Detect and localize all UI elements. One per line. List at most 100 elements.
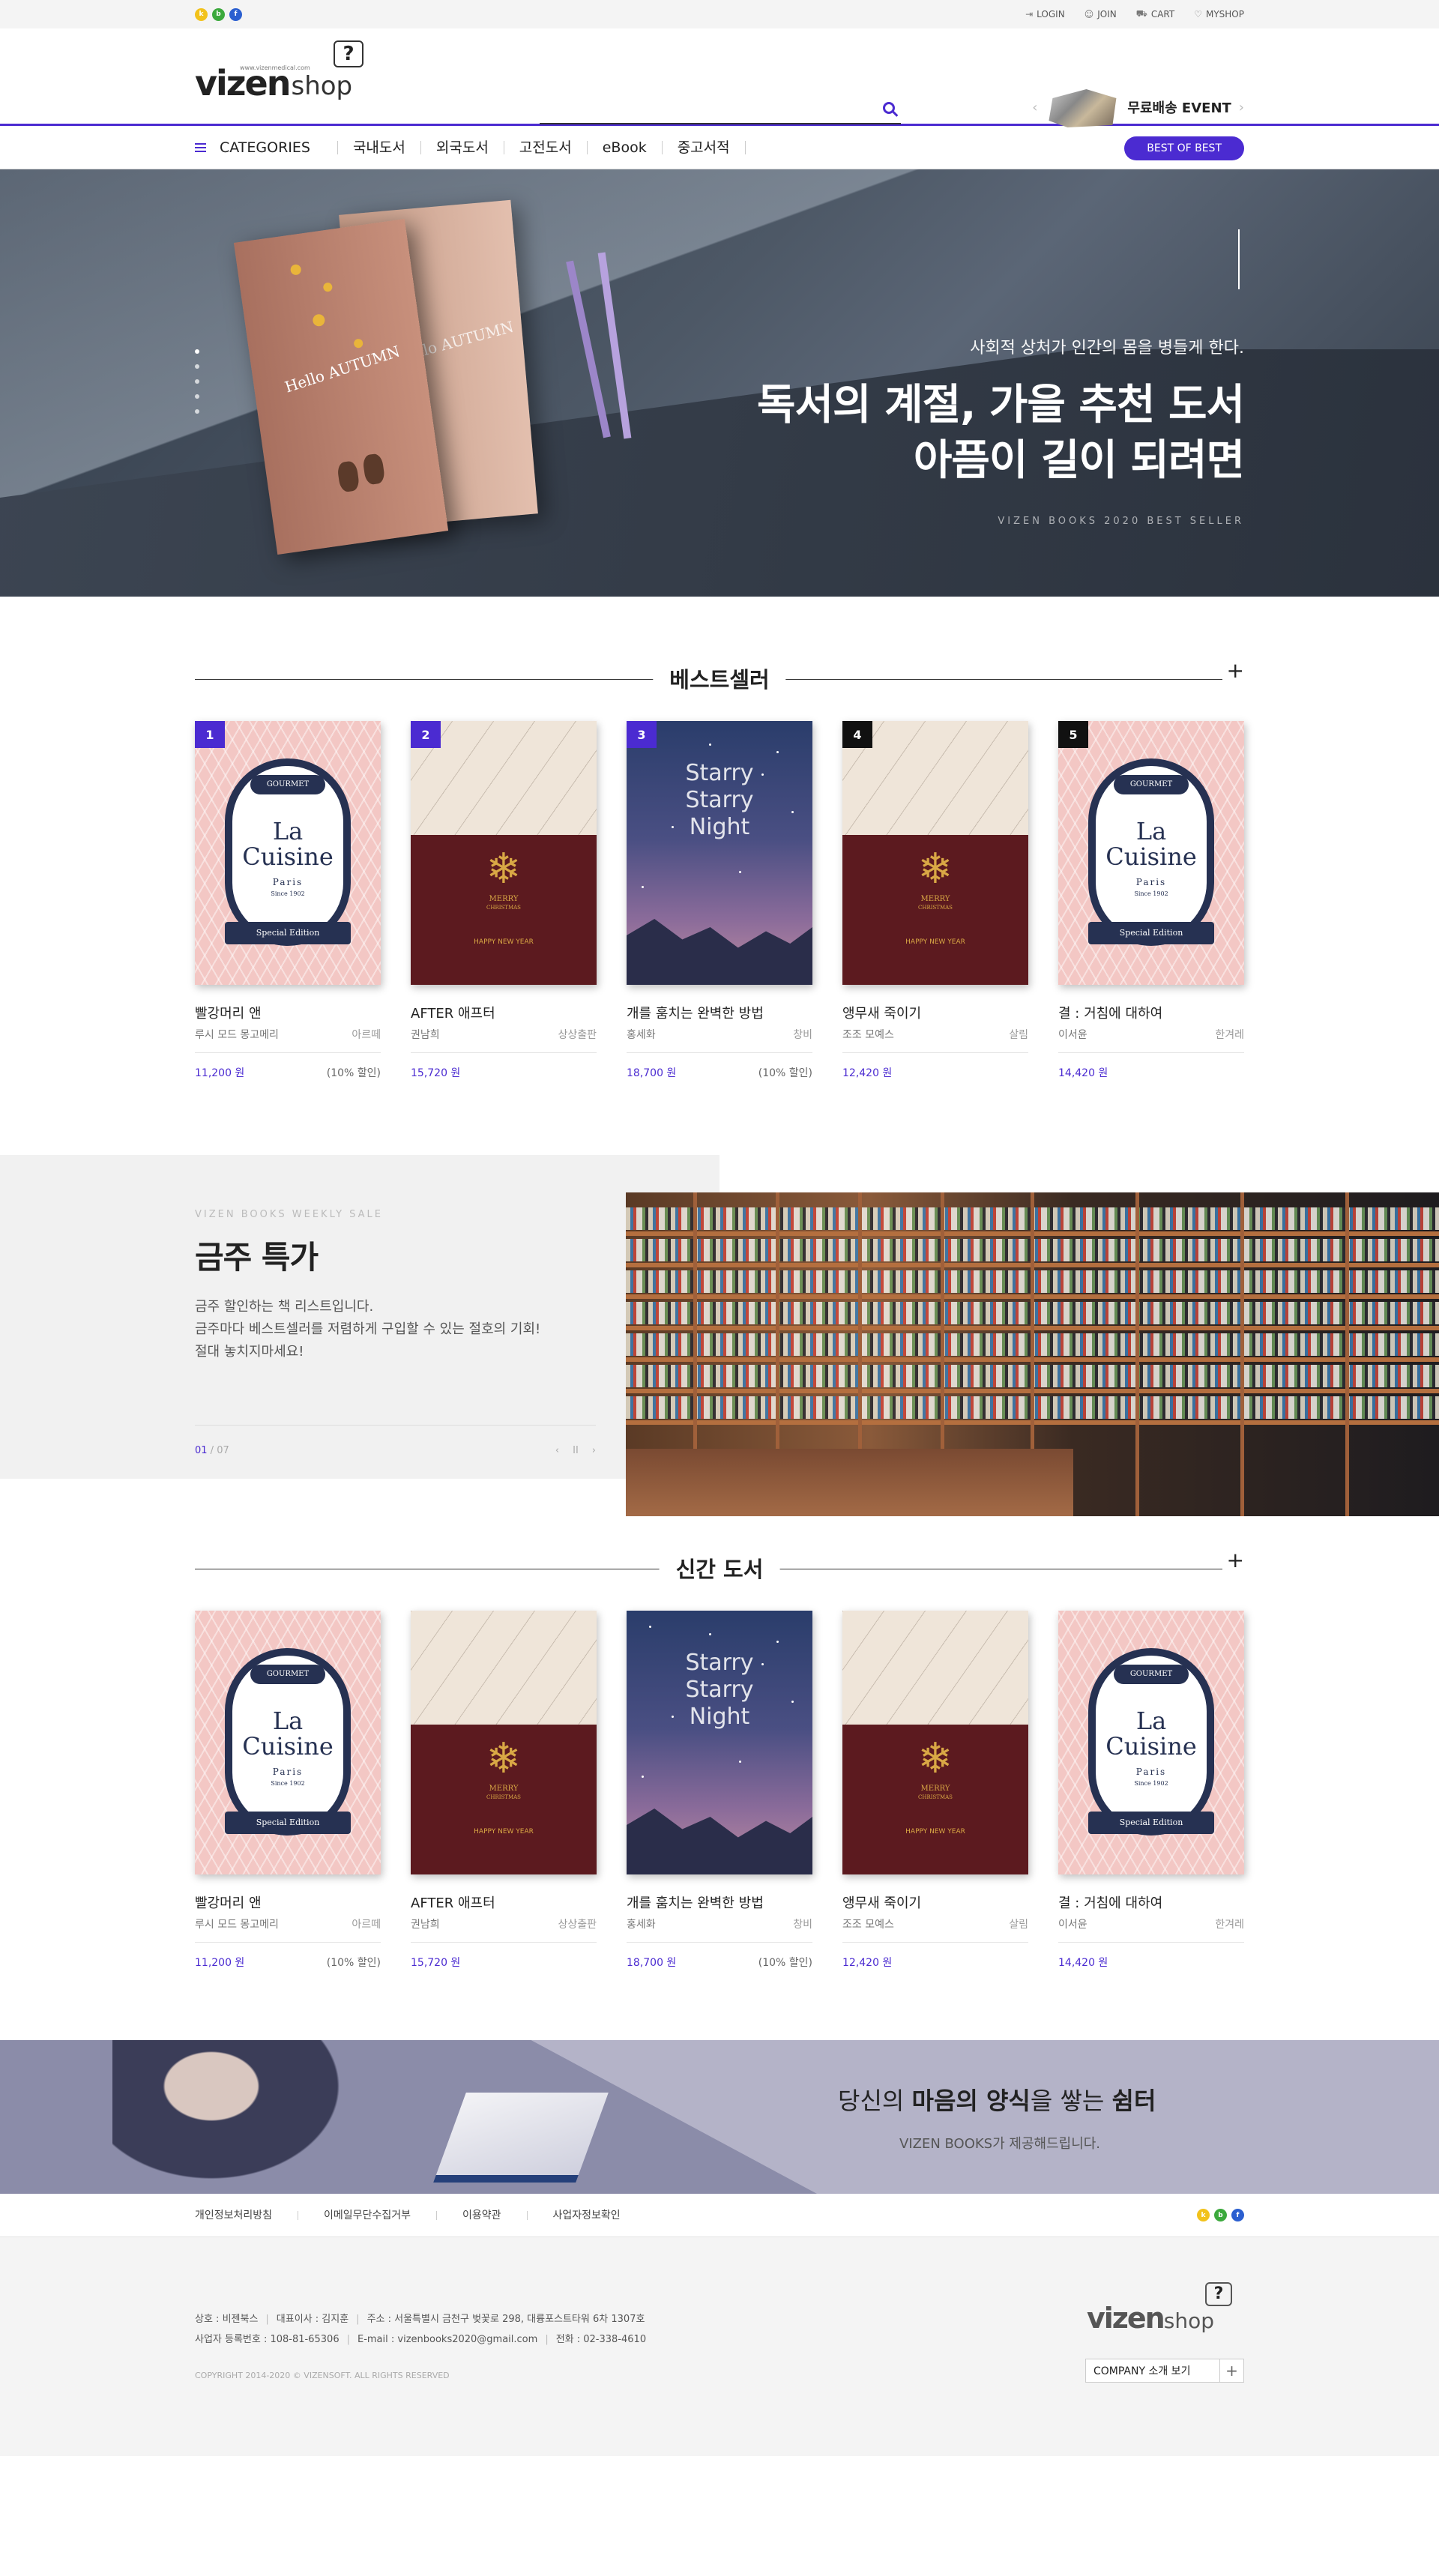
login-link[interactable]: ⇥ LOGIN xyxy=(1025,8,1065,20)
book-list: 1 GOURMET La Cuisine Paris Since 1902 Special … xyxy=(195,721,1244,1080)
book-title[interactable]: 앵무새 죽이기 xyxy=(842,1003,1028,1022)
myshop-link[interactable]: ♡ MYSHOP xyxy=(1194,8,1244,20)
book-cover[interactable]: 5 GOURMET La Cuisine Paris Since 1902 Special … xyxy=(1058,721,1244,985)
book-card[interactable]: 5 GOURMET La Cuisine Paris Since 1902 Special … xyxy=(1058,721,1244,1080)
weekly-text: VIZEN BOOKS WEEKLY SALE 금주 특가 금주 할인하는 책 … xyxy=(195,1209,540,1363)
blog-icon[interactable]: b xyxy=(1214,2209,1227,2221)
book-title[interactable]: 결 : 거침에 대하여 xyxy=(1058,1003,1244,1022)
book-cover[interactable]: ❄ MERRY CHRISTMAS HAPPY NEW YEAR xyxy=(411,1611,597,1874)
cover-text: La Cuisine xyxy=(1105,817,1197,871)
prev-slide-button[interactable]: ‹ xyxy=(555,1445,559,1456)
pause-button[interactable]: II xyxy=(573,1445,579,1456)
book-title[interactable]: 결 : 거침에 대하여 xyxy=(1058,1892,1244,1912)
company-name: 상호 : 비젠북스 xyxy=(195,2314,259,2325)
snowflake-icon: ❄ xyxy=(917,1734,953,1783)
book-info: AFTER 애프터 권남희 상상출판 15,720 원 xyxy=(411,1892,597,1970)
book-price-row: 14,420 원 xyxy=(1058,1955,1244,1970)
book-price-row: 11,200 원 (10% 할인) xyxy=(195,1955,381,1970)
book-card[interactable]: ❄ MERRY CHRISTMAS HAPPY NEW YEAR 앵무새 죽이기조조 모… xyxy=(842,1611,1028,1970)
book-card[interactable]: GOURMET La Cuisine Paris Since 1902 Special E… xyxy=(195,1611,381,1970)
category-menu: 국내도서 외국도서 고전도서 eBook 중고서적 xyxy=(337,141,746,155)
nav-item-ebook[interactable]: eBook xyxy=(586,141,662,155)
book-card[interactable]: GOURMET La Cuisine Paris Since 1902 Special E… xyxy=(1058,1611,1244,1970)
book-publisher: 창비 xyxy=(793,1919,812,1931)
book-author: 조조 모예스 xyxy=(842,1919,894,1931)
terms-link[interactable]: 이용약관 xyxy=(435,2210,527,2221)
book-cover[interactable]: 3 Starry Starry Night xyxy=(627,721,812,985)
book-title[interactable]: 개를 훔치는 완벽한 방법 xyxy=(627,1003,812,1022)
book-title[interactable]: AFTER 애프터 xyxy=(411,1892,597,1912)
book-info: 개를 훔치는 완벽한 방법 홍세화 창비 18,700 원 (10% 할인) xyxy=(627,1892,812,1970)
book-price: 15,720 원 xyxy=(411,1067,461,1079)
more-plus-icon[interactable]: + xyxy=(1222,1550,1244,1571)
company-intro-button[interactable]: COMPANY 소개 보기 + xyxy=(1085,2359,1244,2383)
kakao-icon[interactable]: k xyxy=(1197,2209,1210,2221)
facebook-icon[interactable]: f xyxy=(229,7,242,21)
book-title[interactable]: 개를 훔치는 완벽한 방법 xyxy=(627,1892,812,1912)
book-card[interactable]: 3 Starry Starry Night 개를 훔치는 완벽한 방법 홍세화 창비 18,7… xyxy=(627,721,812,1080)
plus-icon: + xyxy=(1219,2359,1243,2382)
book-cover[interactable]: GOURMET La Cuisine Paris Since 1902 Special E… xyxy=(195,1611,381,1874)
book-publisher: 아르떼 xyxy=(352,1029,381,1041)
book-cover[interactable]: ❄ MERRY CHRISTMAS HAPPY NEW YEAR xyxy=(842,1611,1028,1874)
utility-menu: ⇥ LOGIN ☺ JOIN ⛟ CART ♡ MYSHOP xyxy=(1025,8,1244,20)
new-books-section: 신간 도서 + GOURMET La Cuisine Paris Since 1902 S… xyxy=(195,1550,1244,1970)
book-cover[interactable]: 4 ❄ MERRY CHRISTMAS HAPPY NEW YEAR xyxy=(842,721,1028,985)
kakao-icon[interactable]: k xyxy=(195,7,208,21)
weekly-desc: 금주 할인하는 책 리스트입니다. xyxy=(195,1299,374,1315)
event-next-button[interactable]: › xyxy=(1239,100,1244,115)
book-card[interactable]: Starry Starry Night 개를 훔치는 완벽한 방법 홍세화 창비 18,70… xyxy=(627,1611,812,1970)
book-price: 12,420 원 xyxy=(842,1957,893,1969)
email: E-mail : vizenbooks2020@gmail.com xyxy=(357,2334,538,2345)
book-meta: 루시 모드 몽고메리 아르떼 xyxy=(195,1027,381,1053)
cart-link[interactable]: ⛟ CART xyxy=(1136,8,1175,20)
facebook-icon[interactable]: f xyxy=(1231,2209,1244,2221)
nav-item-used[interactable]: 중고서적 xyxy=(661,141,746,155)
best-of-best-button[interactable]: BEST OF BEST xyxy=(1124,136,1244,160)
book-title[interactable]: 앵무새 죽이기 xyxy=(842,1892,1028,1912)
weekly-caption: VIZEN BOOKS WEEKLY SALE xyxy=(195,1209,384,1220)
site-logo[interactable]: www.vizenmedical.com vizen shop ? xyxy=(195,40,363,100)
book-title[interactable]: AFTER 애프터 xyxy=(411,1003,597,1022)
reading-woman-image xyxy=(112,2040,360,2194)
event-prev-button[interactable]: ‹ xyxy=(1032,100,1037,115)
nav-item-classic[interactable]: 고전도서 xyxy=(503,141,587,155)
book-title[interactable]: 빨강머리 앤 xyxy=(195,1003,381,1022)
privacy-policy-link[interactable]: 개인정보처리방침 xyxy=(195,2210,298,2221)
book-meta: 조조 모예스 살림 xyxy=(842,1027,1028,1053)
book-price: 18,700 원 xyxy=(627,1957,677,1969)
more-plus-icon[interactable]: + xyxy=(1222,660,1244,681)
book-cover[interactable]: 2 ❄ MERRY CHRISTMAS HAPPY NEW YEAR xyxy=(411,721,597,985)
email-refusal-link[interactable]: 이메일무단수집거부 xyxy=(298,2210,436,2221)
book-card[interactable]: ❄ MERRY CHRISTMAS HAPPY NEW YEAR AFTER 애프터 권남… xyxy=(411,1611,597,1970)
book-cover[interactable]: Starry Starry Night xyxy=(627,1611,812,1874)
phone: 전화 : 02-338-4610 xyxy=(555,2334,647,2345)
join-link[interactable]: ☺ JOIN xyxy=(1084,8,1117,20)
search-input[interactable] xyxy=(540,96,869,123)
cover-text: La Cuisine xyxy=(242,1707,334,1761)
book-meta: 이서윤 한겨레 xyxy=(1058,1916,1244,1943)
cover-text: Paris Since 1902 xyxy=(1134,877,1168,897)
book-card[interactable]: 4 ❄ MERRY CHRISTMAS HAPPY NEW YEAR 앵무새 죽이기조조 … xyxy=(842,721,1028,1080)
book-author: 홍세화 xyxy=(627,1029,656,1041)
nav-item-foreign[interactable]: 외국도서 xyxy=(420,141,504,155)
book-cover[interactable]: 1 GOURMET La Cuisine Paris Since 1902 Special … xyxy=(195,721,381,985)
business-info-link[interactable]: 사업자정보확인 xyxy=(526,2210,646,2221)
book-meta: 홍세화 창비 xyxy=(627,1027,812,1053)
blog-icon[interactable]: b xyxy=(212,7,225,21)
book-title[interactable]: 빨강머리 앤 xyxy=(195,1892,381,1912)
nav-item-domestic[interactable]: 국내도서 xyxy=(337,141,420,155)
book-author: 권남희 xyxy=(411,1029,440,1041)
categories-button[interactable]: CATEGORIES xyxy=(195,139,310,156)
join-label: JOIN xyxy=(1097,9,1117,19)
hero-pagination[interactable] xyxy=(195,349,199,414)
book-card[interactable]: 1 GOURMET La Cuisine Paris Since 1902 Special … xyxy=(195,721,381,1080)
book-discount: (10% 할인) xyxy=(758,1957,812,1969)
address: 주소 : 서울특별시 금천구 벚꽃로 298, 대륭포스트타워 6차 1307호 xyxy=(366,2314,645,2325)
next-slide-button[interactable]: › xyxy=(592,1445,596,1456)
book-card[interactable]: 2 ❄ MERRY CHRISTMAS HAPPY NEW YEAR AFTER 애프터권… xyxy=(411,721,597,1080)
weekly-pagination: 01 / 07 ‹ II › xyxy=(195,1425,596,1456)
event-banner[interactable]: ‹ 무료배송 EVENT › xyxy=(1032,85,1244,130)
search-icon[interactable] xyxy=(883,102,895,114)
book-cover[interactable]: GOURMET La Cuisine Paris Since 1902 Special E… xyxy=(1058,1611,1244,1874)
